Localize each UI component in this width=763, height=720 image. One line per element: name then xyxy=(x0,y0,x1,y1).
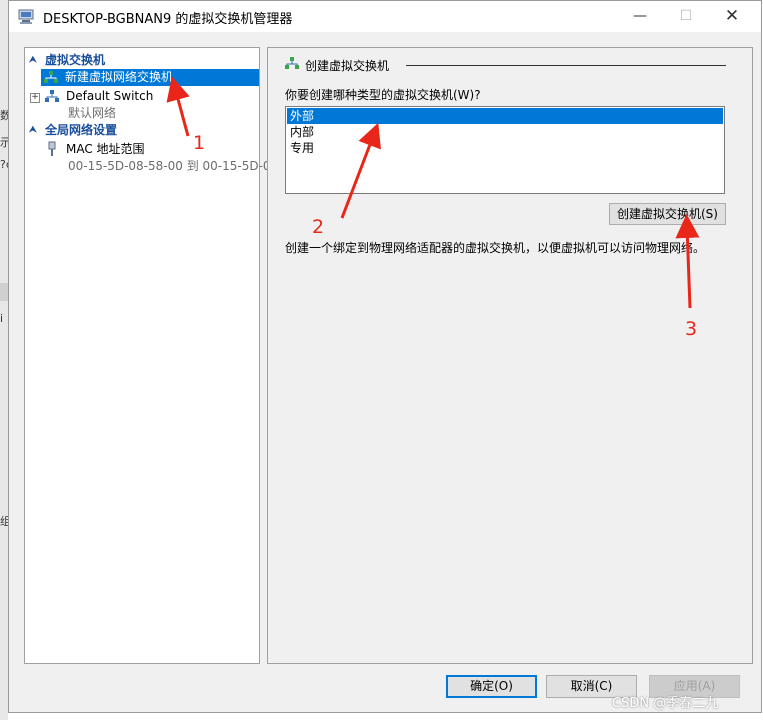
tree-item-default-switch[interactable]: Default Switch xyxy=(66,88,153,104)
list-item-external[interactable]: 外部 xyxy=(287,108,723,124)
switch-type-label: 你要创建哪种类型的虚拟交换机(W)? xyxy=(285,88,481,102)
maximize-button[interactable]: ☐ xyxy=(663,1,709,32)
background-text: i xyxy=(0,312,4,325)
network-switch-icon xyxy=(45,90,59,102)
section-virtual-switches[interactable]: ⮝ 虚拟交换机 xyxy=(27,52,257,68)
network-plug-icon xyxy=(48,141,56,156)
chevron-up-icon: ⮝ xyxy=(29,55,37,65)
tree-item-new-virtual-switch[interactable]: 新建虚拟网络交换机 xyxy=(41,69,259,86)
background-text: ?c xyxy=(0,158,8,171)
switch-type-description: 创建一个绑定到物理网络适配器的虚拟交换机，以便虚拟机可以访问物理网络。 xyxy=(285,241,706,255)
tree-item-mac-address-range[interactable]: MAC 地址范围 xyxy=(66,141,145,157)
background-text: 示 xyxy=(0,136,8,149)
create-virtual-switch-button[interactable]: 创建虚拟交换机(S) xyxy=(609,203,726,225)
section-global-network-settings[interactable]: ⮝ 全局网络设置 xyxy=(27,122,257,138)
navigation-pane: ⮝ 虚拟交换机 新建虚拟网络交换机 + Default Switch 默认网络 … xyxy=(24,47,282,664)
background-bar xyxy=(0,283,8,301)
minimize-button[interactable]: — xyxy=(617,1,663,32)
network-switch-add-icon xyxy=(285,57,299,69)
switch-type-listbox[interactable]: 外部 内部 专用 xyxy=(285,106,725,194)
group-divider xyxy=(406,65,726,66)
group-title: 创建虚拟交换机 xyxy=(305,59,390,73)
expand-icon[interactable]: + xyxy=(30,93,40,103)
background-text: 数 xyxy=(0,109,8,122)
window-title: DESKTOP-BGBNAN9 的虚拟交换机管理器 xyxy=(43,12,293,27)
tree-item-subtitle: 00-15-5D-08-58-00 到 00-15-5D-0... xyxy=(68,159,282,173)
annotation-number-1: 1 xyxy=(193,132,206,154)
close-button[interactable]: ✕ xyxy=(709,1,755,32)
title-bar[interactable]: DESKTOP-BGBNAN9 的虚拟交换机管理器 — ☐ ✕ xyxy=(9,1,761,32)
switch-manager-app-icon xyxy=(18,9,34,24)
details-pane: 创建虚拟交换机 你要创建哪种类型的虚拟交换机(W)? 外部 内部 专用 创建虚拟… xyxy=(267,47,753,664)
watermark: CSDN @季春二九 xyxy=(612,696,719,711)
tree-item-label: 新建虚拟网络交换机 xyxy=(65,70,174,84)
list-item-internal[interactable]: 内部 xyxy=(287,124,723,140)
chevron-up-icon: ⮝ xyxy=(29,125,37,135)
background-text: 组 xyxy=(0,515,8,528)
ok-button[interactable]: 确定(O) xyxy=(446,675,537,698)
annotation-number-2: 2 xyxy=(312,216,325,238)
list-item-private[interactable]: 专用 xyxy=(287,140,723,156)
network-switch-add-icon xyxy=(44,71,58,83)
tree-item-subtitle: 默认网络 xyxy=(68,106,117,120)
annotation-number-3: 3 xyxy=(685,318,698,340)
virtual-switch-manager-window: DESKTOP-BGBNAN9 的虚拟交换机管理器 — ☐ ✕ ⮝ 虚拟交换机 … xyxy=(8,0,762,713)
